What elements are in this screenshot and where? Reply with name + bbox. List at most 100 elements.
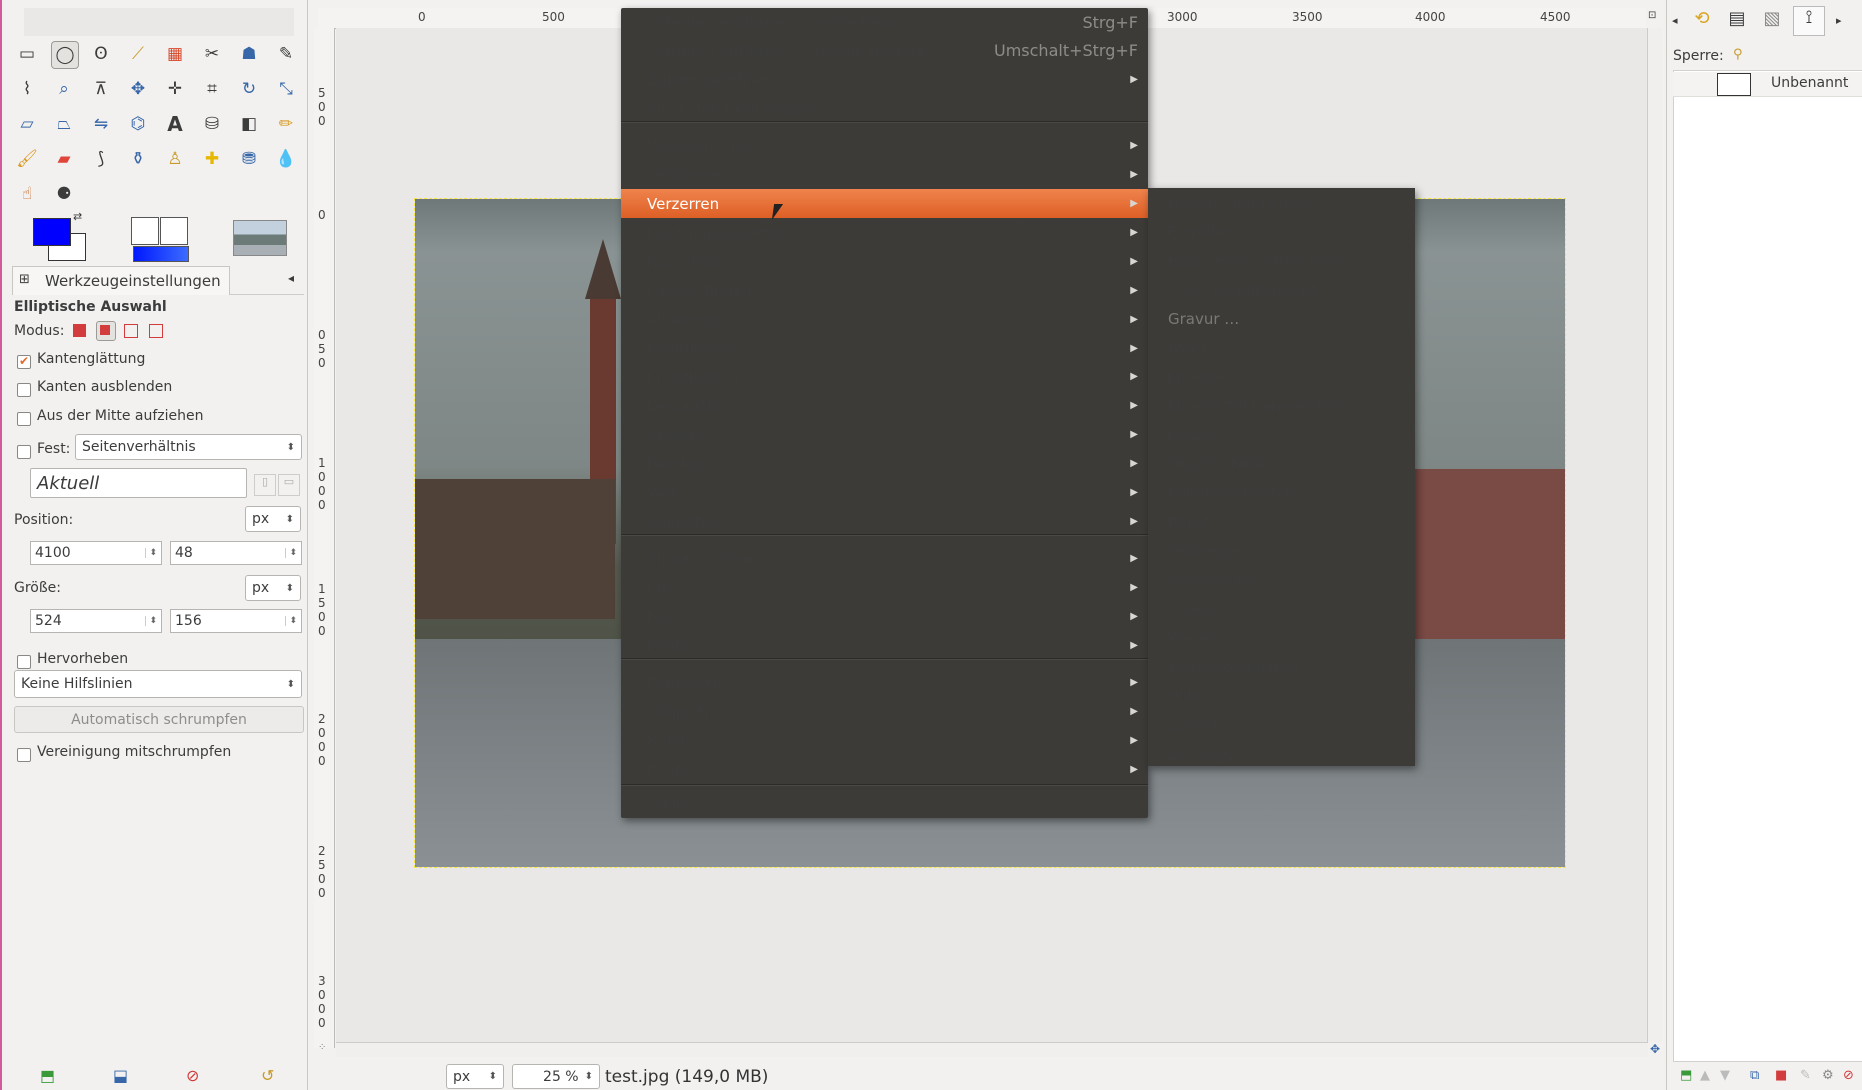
mode-replace-icon[interactable] [73,324,86,337]
menu-item[interactable]: Photo ▶ [621,631,1148,660]
pattern-preview[interactable] [160,217,188,245]
menu-item[interactable]: Künstlerisch ▶ [621,362,1148,391]
spin-arrows-icon[interactable]: ⬍ [285,548,297,558]
brush-preview[interactable] [131,217,159,245]
aspect-input[interactable]: Aktuell [30,468,247,498]
size-unit-select[interactable]: px ⬍ [245,575,301,601]
menu-item[interactable]: »Streifen entfernen « erneut anzeigen Ums… [621,36,1148,65]
stroke-path-icon[interactable]: ✎ [1800,1068,1811,1083]
layer-row[interactable]: Unbenannt [1673,72,1862,97]
menu-item[interactable]: Kombinieren ▶ [621,334,1148,363]
mode-subtract-icon[interactable] [124,324,138,338]
submenu-item[interactable]: Drehen und Drücken … [1148,189,1415,218]
submenu-item[interactable]: Einrollen … [1148,218,1415,247]
submenu-item[interactable]: Lupeneffekt anwenden … [1148,392,1415,421]
menu-item[interactable]: Rauschen ▶ [621,247,1148,276]
position-y-input[interactable]: 48 ⬍ [170,541,302,565]
menu-item[interactable]: Abbilden ▶ [621,420,1148,449]
landscape-icon[interactable]: ▭ [278,474,300,496]
heal-icon[interactable]: ✚ [199,146,225,172]
submenu-item[interactable]: Erase Every Other Row... [1148,247,1415,276]
layer-list[interactable] [1673,70,1862,1062]
raise-icon[interactable]: ▲ [1700,1068,1710,1083]
blur-icon[interactable]: 💧 [273,146,299,172]
antialias-checkbox[interactable]: ✔ [17,352,31,370]
lock-icon[interactable]: ⚲ [1733,47,1743,62]
menu-item[interactable]: Animation ▶ [621,507,1148,536]
portrait-icon[interactable]: ▯ [254,474,276,496]
bucket-fill-icon[interactable]: ⛁ [199,111,225,137]
tab-scroll-right-icon[interactable]: ▸ [1836,14,1842,27]
menu-item[interactable]: Alpha als Logo ▶ [621,544,1148,573]
rect-select-icon[interactable]: ▭ [14,41,40,67]
perspective-clone-icon[interactable]: ⛃ [236,146,262,172]
paintbrush-icon[interactable]: 🖌 [14,146,40,172]
paths-icon[interactable]: ✎ [273,41,299,67]
delete-path-icon[interactable]: ⊘ [1843,1068,1854,1083]
menu-item[interactable]: Eg ▶ [621,573,1148,602]
perspective-icon[interactable]: ⏢ [51,111,77,137]
guides-select[interactable]: Keine Hilfslinien ⬍ [14,670,302,698]
color-picker-icon[interactable]: ⌇ [14,76,40,102]
menu-item[interactable]: Skript-Fu ▶ [621,697,1148,726]
zoom-toggle-icon[interactable]: ⊡ [1648,10,1656,21]
fixed-mode-select[interactable]: Seitenverhältnis ⬍ [75,434,302,460]
menu-item[interactable]: Web ▶ [621,478,1148,507]
menu-item[interactable]: Kanten finden ▶ [621,276,1148,305]
smudge-icon[interactable]: ☝ [14,181,40,207]
foreground-color-front[interactable] [33,218,71,246]
spin-arrows-icon[interactable]: ⬍ [145,616,157,626]
mode-add-icon[interactable] [96,321,116,341]
autoshrink-button[interactable]: Automatisch schrumpfen [14,706,304,733]
delete-options-icon[interactable]: ⊘ [186,1066,199,1085]
swap-colors-icon[interactable]: ⇄ [73,210,82,223]
gradient-preview[interactable] [133,246,189,262]
menu-item[interactable]: Allgemein ▶ [621,305,1148,334]
align-icon[interactable]: ✛ [162,76,188,102]
menu-item[interactable]: Render ▶ [621,449,1148,478]
menu-item[interactable]: Licht und Schatten ▶ [621,218,1148,247]
clone-icon[interactable]: ♙ [162,146,188,172]
submenu-item[interactable]: Video … [1148,594,1415,623]
ellipse-select-icon[interactable]: ◯ [51,41,79,69]
new-path-icon[interactable]: ⬒ [1680,1068,1692,1083]
scissors-icon[interactable]: ✂ [199,41,225,67]
feather-checkbox[interactable] [17,380,31,398]
zoom-icon[interactable]: ⌕ [51,76,77,102]
airbrush-icon[interactable]: ⟆ [88,146,114,172]
foreground-select-icon[interactable]: ☗ [236,41,262,67]
scale-icon[interactable]: ⤡ [273,76,299,102]
undo-history-icon[interactable]: ⟲ [1688,8,1716,34]
menu-item[interactable]: G'MIC... [621,791,1148,820]
pointer-icon[interactable]: ⁘ [318,1042,326,1053]
menu-item[interactable]: Dekoration ▶ [621,391,1148,420]
menu-item[interactable]: »Streifen entfernen « wiederholen Strg+F [621,8,1148,37]
horizontal-scrollbar[interactable] [336,1042,1648,1057]
paint-along-icon[interactable]: ⚙ [1822,1068,1834,1083]
save-options-icon[interactable]: ⬒ [40,1066,55,1085]
cage-icon[interactable]: ⌬ [125,111,151,137]
spin-arrows-icon[interactable]: ⬍ [285,616,297,626]
dodge-burn-icon[interactable]: ⚈ [51,181,77,207]
submenu-item[interactable]: Zacken … [1148,710,1415,739]
pencil-icon[interactable]: ✏ [273,111,299,137]
submenu-item[interactable]: Mosaik … [1148,421,1415,450]
text-icon[interactable]: A [162,111,188,137]
size-h-input[interactable]: 156 ⬍ [170,609,302,633]
menu-item[interactable]: Verzerren ▶ [621,189,1148,218]
tab-scroll-left-icon[interactable]: ◂ [1672,14,1678,27]
shrink-merged-checkbox[interactable] [17,745,31,763]
reset-options-icon[interactable]: ↺ [261,1066,274,1085]
submenu-item[interactable]: Wellen … [1148,623,1415,652]
menu-item[interactable]: Alle Filter zurücksetzen [621,94,1148,123]
color-select-icon[interactable]: ▦ [162,41,188,67]
menu-item[interactable]: Photo ▶ [621,755,1148,784]
submenu-item[interactable]: Polarkoordinaten … [1148,479,1415,508]
submenu-item[interactable]: IWarp … [1148,334,1415,363]
navigate-icon[interactable]: ✥ [1650,1042,1660,1056]
rotate-icon[interactable]: ↻ [236,76,262,102]
position-x-input[interactable]: 4100 ⬍ [30,541,162,565]
submenu-item[interactable]: Wind … [1148,681,1415,710]
shear-icon[interactable]: ▱ [14,111,40,137]
menu-item[interactable]: Python-Fu ▶ [621,668,1148,697]
